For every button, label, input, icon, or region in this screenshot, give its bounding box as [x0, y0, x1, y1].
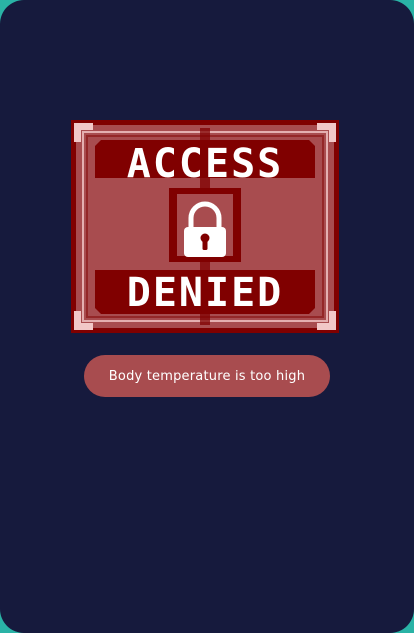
status-message-text: Body temperature is too high — [108, 368, 306, 384]
status-message-pill: Body temperature is too high — [84, 355, 330, 397]
app-screen: ACCESS DENIED Body temperature is too hi… — [0, 0, 414, 633]
badge-title-line1: ACCESS — [127, 141, 284, 187]
access-denied-badge: ACCESS DENIED — [71, 120, 339, 333]
badge-title-line2: DENIED — [127, 270, 284, 316]
